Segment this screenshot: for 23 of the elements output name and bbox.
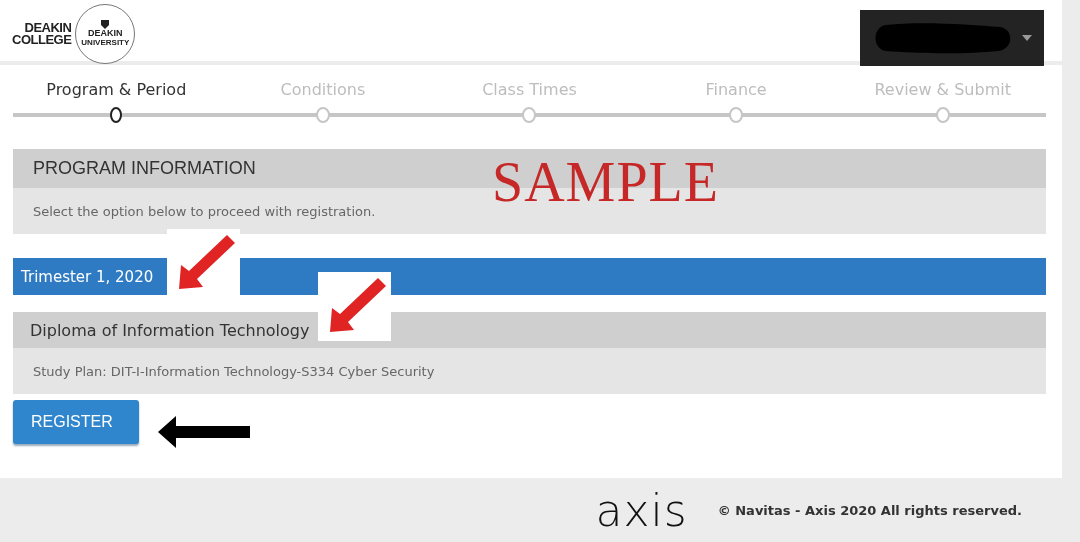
logo-text: COLLEGE [12,34,72,46]
step-marker [110,107,123,123]
shield-icon [101,20,110,30]
logo-text: DEAKIN [24,22,72,34]
copyright-text: © Navitas - Axis 2020 All rights reserved. [717,502,1022,518]
user-menu[interactable] [860,10,1044,66]
instruction-text: Select the option below to proceed with registration. [33,203,376,219]
program-title: Diploma of Information Technology [29,320,310,340]
axis-logo: axis [595,484,688,536]
caret-icon [1022,35,1032,41]
badge-text: DEAKIN [88,29,123,40]
register-button[interactable]: REGISTER [13,400,139,444]
left-arrow-icon [158,416,250,448]
section-title: PROGRAM INFORMATION [32,158,256,179]
sample-label: SAMPLE [492,150,719,214]
study-plan-text: Study Plan: DIT-I-Information Technology-S334 Cyber Security [33,363,435,379]
step-label[interactable]: Class Times [482,80,577,106]
step-label[interactable]: Review & Submit [874,80,1011,106]
badge-text: UNIVERSITY [81,39,130,48]
step-label[interactable]: Finance [705,80,767,106]
period-title: Trimester 1, 2020 [21,267,154,286]
step-label[interactable]: Program & Period [46,80,187,106]
step-label[interactable]: Conditions [280,80,366,106]
